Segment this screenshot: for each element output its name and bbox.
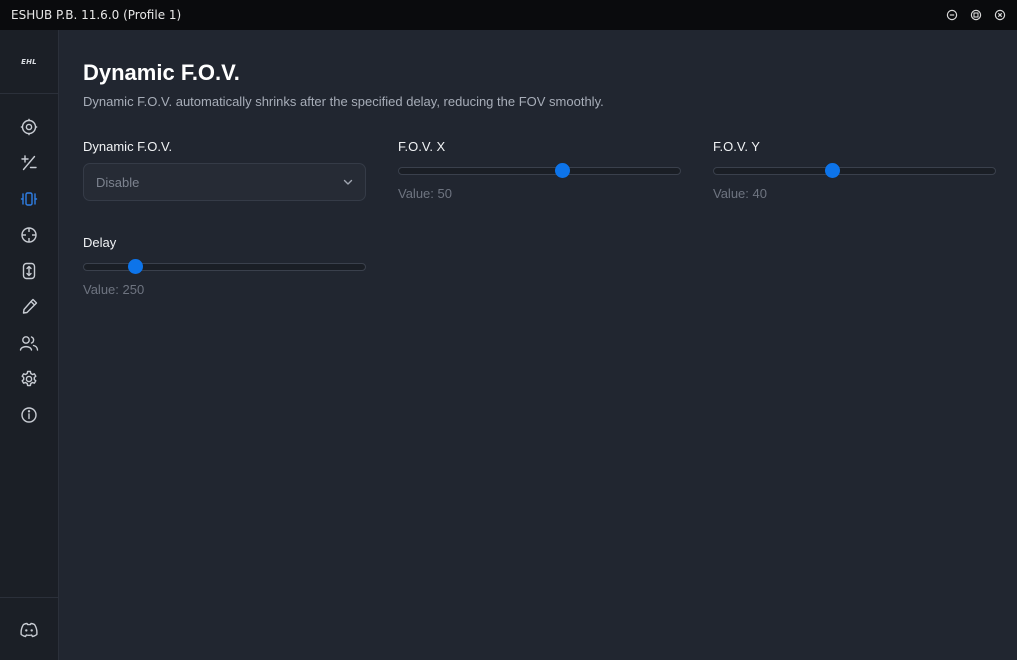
maximize-icon (970, 9, 982, 21)
sidebar: EHL (0, 30, 59, 660)
fov-x-slider[interactable] (398, 163, 681, 179)
dynamic-fov-icon (20, 192, 38, 206)
nav-item-color[interactable] (0, 289, 58, 325)
minimize-button[interactable] (944, 7, 960, 23)
dynamic-fov-select[interactable]: Disable (83, 163, 366, 201)
nav-item-users[interactable] (0, 325, 58, 361)
logo-text: EHL (21, 57, 37, 66)
nav-item-scroll[interactable] (0, 253, 58, 289)
sidebar-divider (0, 597, 58, 598)
slider-thumb[interactable] (824, 163, 840, 178)
close-button[interactable] (992, 7, 1008, 23)
nav-item-dynamic-fov[interactable] (0, 181, 58, 217)
slider-track (713, 167, 996, 175)
scroll-icon (22, 262, 36, 280)
chevron-down-icon (343, 179, 353, 185)
dynamic-fov-label: Dynamic F.O.V. (83, 139, 173, 154)
page-title: Dynamic F.O.V. (83, 60, 240, 85)
info-icon (21, 407, 37, 423)
plus-minus-icon (21, 155, 37, 171)
delay-label: Delay (83, 235, 117, 250)
crosshair-icon (21, 227, 37, 243)
nav-item-info[interactable] (0, 397, 58, 433)
maximize-button[interactable] (968, 7, 984, 23)
app-logo: EHL (0, 30, 58, 94)
pipette-icon (22, 298, 38, 314)
nav-item-adjust[interactable] (0, 145, 58, 181)
dynamic-fov-selected-value: Disable (96, 175, 140, 190)
slider-thumb[interactable] (555, 163, 571, 178)
fov-x-value: Value: 50 (398, 186, 452, 201)
fov-y-label: F.O.V. Y (713, 139, 760, 154)
delay-slider[interactable] (83, 259, 366, 275)
page-description: Dynamic F.O.V. automatically shrinks aft… (83, 94, 604, 109)
fov-y-value: Value: 40 (713, 186, 767, 201)
discord-button[interactable] (0, 612, 58, 648)
slider-track (83, 263, 366, 271)
minimize-icon (946, 9, 958, 21)
window-controls (944, 0, 1008, 30)
delay-value: Value: 250 (83, 282, 145, 297)
fov-x-label: F.O.V. X (398, 139, 446, 154)
nav-item-settings[interactable] (0, 361, 58, 397)
app-window: ESHUB P.B. 11.6.0 (Profile 1) EHL Dynami… (0, 0, 1017, 660)
discord-icon (20, 622, 38, 638)
fov-y-slider[interactable] (713, 163, 996, 179)
gear-icon (21, 370, 37, 387)
users-icon (19, 336, 39, 351)
main-content: Dynamic F.O.V. Dynamic F.O.V. automatica… (59, 30, 1017, 660)
title-bar: ESHUB P.B. 11.6.0 (Profile 1) (0, 0, 1017, 30)
slider-track (398, 167, 681, 175)
slider-thumb[interactable] (128, 259, 144, 274)
nav-item-aim[interactable] (0, 109, 58, 145)
target-icon (20, 118, 38, 136)
window-title: ESHUB P.B. 11.6.0 (Profile 1) (11, 8, 182, 22)
close-icon (994, 9, 1006, 21)
nav-item-crosshair[interactable] (0, 217, 58, 253)
